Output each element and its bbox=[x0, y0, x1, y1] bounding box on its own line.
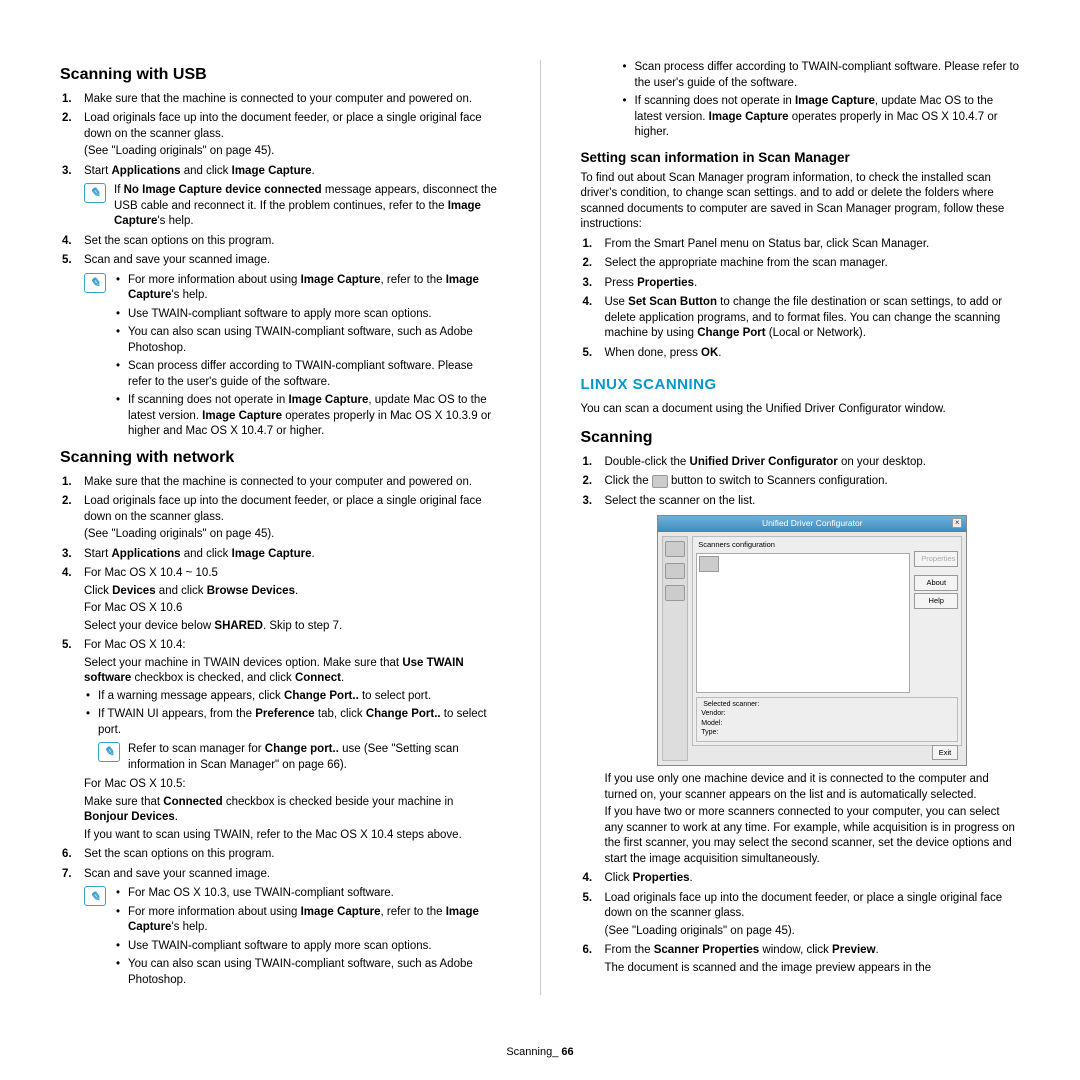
properties-button[interactable]: Properties bbox=[914, 551, 958, 567]
page-footer: Scanning_ 66 bbox=[0, 1045, 1080, 1060]
scanner-icon bbox=[652, 475, 668, 488]
about-button[interactable]: About bbox=[914, 575, 958, 591]
scanner-icon[interactable] bbox=[665, 563, 685, 579]
note-icon: ✎ bbox=[84, 273, 106, 293]
usb-step-4: Set the scan options on this program. bbox=[84, 235, 275, 247]
close-icon[interactable]: × bbox=[952, 518, 962, 528]
column-left: Scanning with USB 1.Make sure that the m… bbox=[60, 60, 500, 995]
continued-bullets: Scan process differ according to TWAIN-c… bbox=[621, 60, 1021, 141]
heading-scanning-network: Scanning with network bbox=[60, 447, 500, 469]
usb-step-3: Start Applications and click Image Captu… bbox=[84, 165, 315, 177]
scan-manager-steps: 1.From the Smart Panel menu on Status ba… bbox=[581, 237, 1021, 362]
note-icon: ✎ bbox=[84, 183, 106, 203]
usb-steps: 1.Make sure that the machine is connecte… bbox=[60, 92, 500, 443]
usb-step3-note: If No Image Capture device connected mes… bbox=[114, 183, 500, 230]
printer-icon[interactable] bbox=[665, 541, 685, 557]
heading-linux-scanning: LINUX SCANNING bbox=[581, 375, 1021, 395]
note-icon: ✎ bbox=[84, 886, 106, 906]
exit-button[interactable]: Exit bbox=[932, 745, 959, 760]
usb-note-bullets: For more information about using Image C… bbox=[114, 273, 500, 440]
usb-step-1: Make sure that the machine is connected … bbox=[84, 93, 472, 105]
dialog-title: Unified Driver Configurator × bbox=[658, 516, 966, 531]
column-right: Scan process differ according to TWAIN-c… bbox=[581, 60, 1021, 995]
help-button[interactable]: Help bbox=[914, 593, 958, 609]
port-icon[interactable] bbox=[665, 585, 685, 601]
usb-step-2b: (See "Loading originals" on page 45). bbox=[84, 144, 500, 160]
note-icon: ✎ bbox=[98, 742, 120, 762]
heading-scanning-usb: Scanning with USB bbox=[60, 64, 500, 86]
usb-step-5: Scan and save your scanned image. bbox=[84, 254, 270, 266]
dialog-sidebar bbox=[662, 536, 688, 761]
usb-step-2a: Load originals face up into the document… bbox=[84, 112, 482, 140]
heading-setting-scan-manager: Setting scan information in Scan Manager bbox=[581, 149, 1021, 167]
heading-scanning: Scanning bbox=[581, 427, 1021, 449]
scanning-steps: 1.Double-click the Unified Driver Config… bbox=[581, 455, 1021, 977]
scanner-list[interactable] bbox=[696, 553, 910, 693]
configurator-dialog: Unified Driver Configurator × Scanners c… bbox=[657, 515, 967, 766]
network-steps: 1.Make sure that the machine is connecte… bbox=[60, 475, 500, 992]
scanner-item-icon bbox=[699, 556, 719, 572]
column-divider bbox=[540, 60, 541, 995]
